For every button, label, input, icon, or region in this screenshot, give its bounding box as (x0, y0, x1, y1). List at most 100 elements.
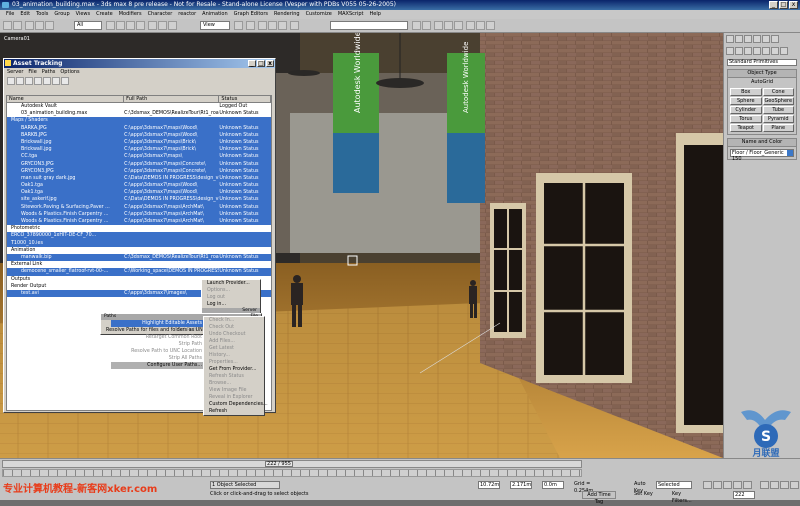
table-row[interactable]: 03_animation_building.max C:\3dsmax_DEMOS… (7, 110, 271, 117)
browse-item[interactable]: Browse... (204, 380, 264, 387)
menu-group[interactable]: Group (54, 10, 69, 19)
cameras-icon[interactable] (753, 47, 761, 55)
schematic-view-icon[interactable] (454, 21, 463, 30)
table-row[interactable]: Photometric (7, 225, 271, 232)
dialog-minimize-button[interactable]: _ (248, 60, 256, 67)
menu-customize[interactable]: Customize (306, 10, 332, 19)
add-time-tag-button[interactable]: Add Time Tag (582, 491, 616, 505)
hierarchy-tab-icon[interactable] (744, 35, 752, 43)
mirror-icon[interactable] (412, 21, 421, 30)
strip-all-paths-item[interactable]: Strip All Paths (111, 355, 206, 362)
configure-user-paths-item[interactable]: Configure User Paths... (111, 362, 206, 369)
column-status[interactable]: Status (219, 96, 271, 102)
helpers-icon[interactable] (762, 47, 770, 55)
unlink-icon[interactable] (35, 21, 44, 30)
material-editor-icon[interactable] (466, 21, 475, 30)
table-row[interactable]: T1000_10.ies (7, 239, 271, 247)
close-button[interactable]: x (789, 1, 798, 9)
sphere-button[interactable]: Sphere (730, 97, 762, 105)
pan-icon[interactable] (770, 481, 779, 489)
table-row[interactable]: man suit gray dark.jpg C:\Data\DEMOS IN P… (7, 174, 271, 183)
table-row[interactable]: BARKA.JPG C:\apps\3dsmax7\maps\Wood\ Unkno… (7, 124, 271, 132)
modify-tab-icon[interactable] (735, 35, 743, 43)
options-item[interactable]: Options... (202, 287, 260, 294)
named-selection-icon[interactable] (290, 21, 299, 30)
check-out-item[interactable]: Check Out (204, 324, 264, 331)
menu-rendering[interactable]: Rendering (274, 10, 300, 19)
plane-button[interactable]: Plane (762, 124, 794, 132)
y-coordinate-field[interactable]: 2.171m (510, 481, 532, 489)
primitive-type-dropdown[interactable]: Standard Primitives (727, 59, 797, 66)
resolve-unc-location-item[interactable]: Resolve Path to UNC Location (111, 348, 206, 355)
history-icon[interactable] (43, 77, 51, 85)
table-row[interactable]: Woods & Plastics.Finish Carpentry ... C:\… (7, 218, 271, 226)
menu-reactor[interactable]: reactor (178, 10, 196, 19)
select-scale-icon[interactable] (168, 21, 177, 30)
strip-path-item[interactable]: Strip Path (111, 341, 206, 348)
menu-modifiers[interactable]: Modifiers (119, 10, 142, 19)
menu-character[interactable]: Character (148, 10, 173, 19)
select-object-icon[interactable] (106, 21, 115, 30)
render-scene-icon[interactable] (476, 21, 485, 30)
table-row[interactable]: ERCO_37890000_1xHIT-DE-CF_70... (7, 232, 271, 240)
undo-icon[interactable] (3, 21, 12, 30)
tree-view-icon[interactable] (52, 77, 60, 85)
torus-button[interactable]: Torus (730, 115, 762, 123)
geosphere-button[interactable]: GeoSphere (762, 97, 794, 105)
angle-snap-icon[interactable] (268, 21, 277, 30)
checkout-icon[interactable] (16, 77, 24, 85)
object-type-title[interactable]: Object Type (728, 70, 796, 78)
menu-create[interactable]: Create (96, 10, 113, 19)
retarget-common-root-item[interactable]: Retarget Common Root (111, 334, 206, 341)
table-row[interactable]: democene_smaller_flatroof-rvt-00-... C:\W… (7, 268, 271, 276)
time-slider[interactable]: 222 / 955 (2, 460, 582, 468)
current-frame-field[interactable]: 222 (733, 491, 755, 499)
history-item[interactable]: History... (204, 352, 264, 359)
curve-editor-icon[interactable] (444, 21, 453, 30)
checkin-icon[interactable] (25, 77, 33, 85)
play-icon[interactable] (723, 481, 732, 489)
custom-dependencies-item[interactable]: Custom Dependencies... (204, 401, 268, 408)
quick-render-icon[interactable] (486, 21, 495, 30)
menu-animation[interactable]: Animation (202, 10, 228, 19)
table-row[interactable]: site_askerif.jpg C:\Data\DEMOS IN PROGRES… (7, 196, 271, 204)
refresh-status-item[interactable]: Refresh Status (204, 373, 264, 380)
tube-button[interactable]: Tube (762, 106, 794, 114)
table-row[interactable]: Maps / Shaders (7, 117, 271, 125)
bind-space-warp-icon[interactable] (45, 21, 54, 30)
table-row[interactable]: manwalk.bip C:\3dsmax_DEMOS\RealizeTour\R… (7, 253, 271, 262)
layer-manager-icon[interactable] (434, 21, 443, 30)
get-latest-icon[interactable] (34, 77, 42, 85)
systems-icon[interactable] (780, 47, 788, 55)
selection-filter-dropdown[interactable]: All (74, 21, 102, 30)
table-row[interactable]: Oak1.tga C:\apps\3dsmax7\maps\Wood\ Unknow… (7, 189, 271, 197)
autogrid-checkbox[interactable]: AutoGrid (728, 78, 796, 86)
menu-paths[interactable]: Paths (42, 68, 56, 76)
refresh-icon[interactable] (7, 77, 15, 85)
table-row[interactable]: GRYCON3.JPG C:\apps\3dsmax7\maps\Concrete… (7, 167, 271, 175)
geometry-icon[interactable] (726, 47, 734, 55)
orbit-icon[interactable] (780, 481, 789, 489)
reveal-in-explorer-item[interactable]: Reveal in Explorer (204, 394, 264, 401)
go-to-end-icon[interactable] (743, 481, 752, 489)
window-crossing-icon[interactable] (136, 21, 145, 30)
previous-frame-icon[interactable] (713, 481, 722, 489)
menu-help[interactable]: Help (369, 10, 380, 19)
track-bar[interactable] (2, 469, 582, 477)
view-image-file-item[interactable]: View Image File (204, 387, 264, 394)
launch-provider-item[interactable]: Launch Provider... (202, 280, 260, 287)
table-row[interactable]: Oak1.tga C:\apps\3dsmax7\maps\Wood\ Unknow… (7, 182, 271, 190)
shapes-icon[interactable] (735, 47, 743, 55)
link-icon[interactable] (25, 21, 34, 30)
menu-graph-editors[interactable]: Graph Editors (234, 10, 268, 19)
get-latest-item[interactable]: Get Latest (204, 345, 264, 352)
zoom-icon[interactable] (760, 481, 769, 489)
column-name[interactable]: Name (7, 96, 125, 102)
region-select-icon[interactable] (126, 21, 135, 30)
object-color-swatch[interactable] (786, 150, 793, 156)
column-full-path[interactable]: Full Path (124, 96, 220, 102)
pivot-center-icon[interactable] (234, 21, 243, 30)
align-icon[interactable] (422, 21, 431, 30)
menu-options[interactable]: Options (60, 68, 79, 76)
time-slider-thumb[interactable]: 222 / 955 (265, 461, 293, 467)
